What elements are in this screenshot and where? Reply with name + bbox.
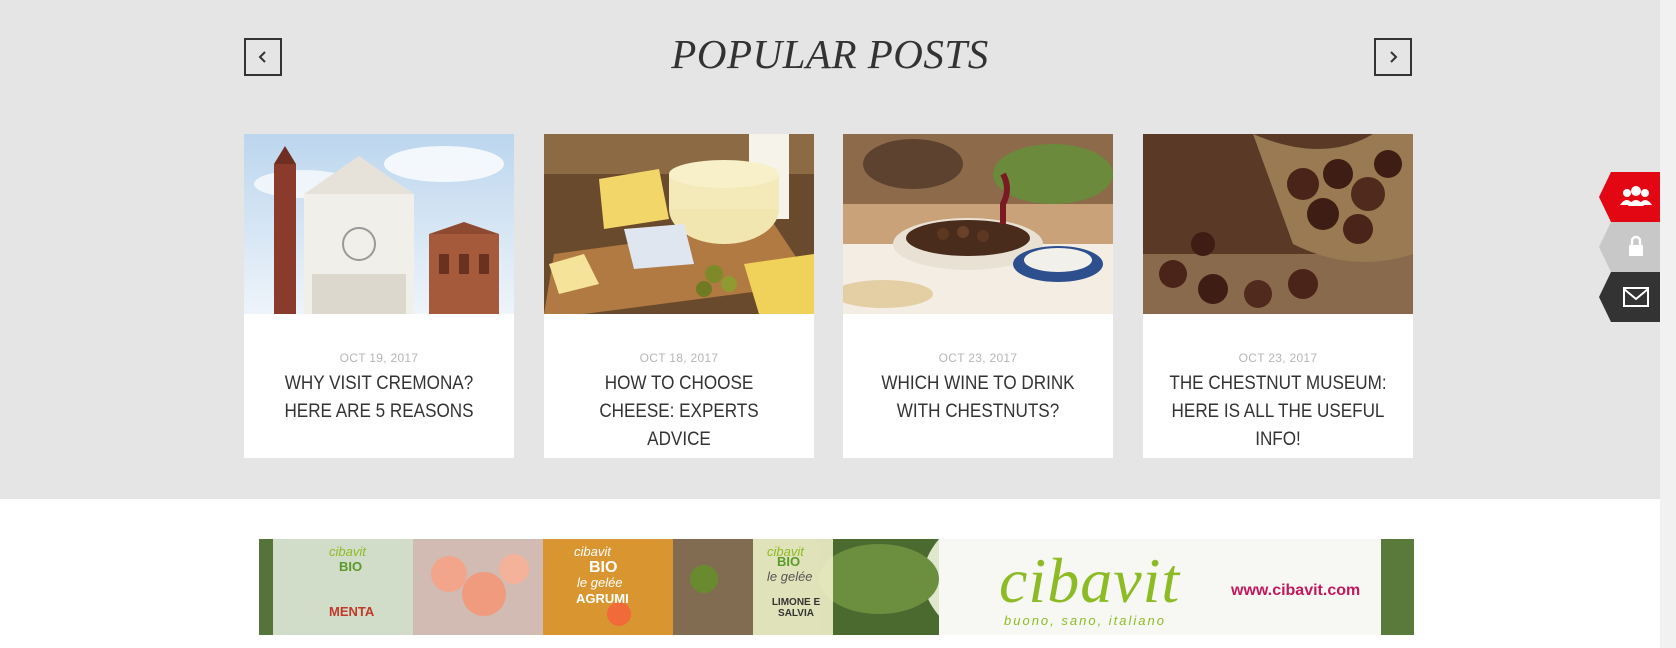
chevron-right-icon	[1390, 51, 1398, 63]
tab-shape	[1599, 272, 1660, 322]
post-title[interactable]: WHICH WINE TO DRINK WITH CHESTNUTS?	[867, 370, 1088, 426]
post-title[interactable]: WHY VISIT CREMONA? HERE ARE 5 REASONS	[268, 370, 489, 426]
post-image-chestnuts	[1143, 134, 1413, 314]
carousel-next-button[interactable]	[1374, 38, 1412, 76]
post-image-cremona	[244, 134, 514, 314]
post-date: OCT 19, 2017	[339, 351, 419, 365]
post-image-wine-chestnuts	[843, 134, 1113, 314]
post-date: OCT 18, 2017	[639, 351, 719, 365]
jar-label: LIMONE E SALVIA	[771, 597, 821, 619]
login-tab[interactable]	[1599, 222, 1660, 272]
jar-type: BIO	[339, 559, 363, 574]
post-card[interactable]: OCT 18, 2017 HOW TO CHOOSE CHEESE: EXPER…	[544, 134, 814, 458]
jar-type: BIO	[777, 554, 801, 569]
banner-url[interactable]: www.cibavit.com	[1231, 582, 1360, 600]
cibavit-ad-banner[interactable]: cibavit BIO MENTA cibavit BIO le gelée A…	[259, 539, 1414, 635]
jar-brand: cibavit	[329, 544, 366, 559]
page-scrollbar[interactable]	[1660, 0, 1676, 648]
post-card[interactable]: OCT 23, 2017 THE CHESTNUT MUSEUM: HERE I…	[1143, 134, 1413, 458]
post-date: OCT 23, 2017	[1238, 351, 1318, 365]
post-image-cheese	[544, 134, 814, 314]
post-title[interactable]: THE CHESTNUT MUSEUM: HERE IS ALL THE USE…	[1167, 370, 1388, 454]
jar-sub: le gelée	[767, 569, 813, 584]
community-tab[interactable]	[1599, 172, 1660, 222]
contact-tab[interactable]	[1599, 272, 1660, 322]
post-title[interactable]: HOW TO CHOOSE CHEESE: EXPERTS ADVICE	[568, 370, 789, 454]
banner-tagline: buono, sano, italiano	[1004, 613, 1166, 628]
post-card[interactable]: OCT 23, 2017 WHICH WINE TO DRINK WITH CH…	[843, 134, 1113, 458]
popular-posts-section: POPULAR POSTS OCT 19, 2017 WHY VISIT CRE…	[0, 0, 1660, 499]
jar-label: AGRUMI	[576, 591, 629, 606]
jar-label: MENTA	[329, 604, 375, 619]
tab-shape	[1599, 222, 1660, 272]
post-date: OCT 23, 2017	[938, 351, 1018, 365]
tab-shape	[1599, 172, 1660, 222]
jar-brand: cibavit	[574, 544, 611, 559]
post-card[interactable]: OCT 19, 2017 WHY VISIT CREMONA? HERE ARE…	[244, 134, 514, 458]
banner-brand: cibavit	[999, 545, 1181, 616]
jar-sub: le gelée	[577, 575, 623, 590]
